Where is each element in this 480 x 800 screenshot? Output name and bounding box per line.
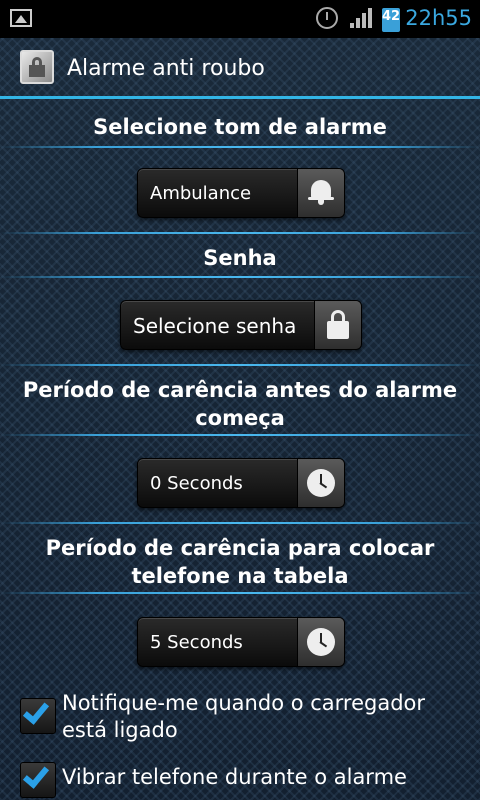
grace-place-icon-cell — [297, 618, 344, 666]
checkmark-icon — [22, 697, 50, 725]
section-divider — [0, 232, 480, 234]
section-divider — [0, 276, 480, 278]
vibrate-checkbox[interactable] — [20, 761, 56, 798]
clock-icon — [307, 628, 335, 656]
grace-before-section-header: Período de carência antes do alarme come… — [22, 378, 458, 430]
section-divider — [0, 364, 480, 366]
section-divider — [0, 434, 480, 436]
signal-strength-icon — [350, 8, 372, 28]
section-divider — [0, 592, 480, 594]
password-value: Selecione senha — [133, 314, 297, 338]
clock-icon — [307, 469, 335, 497]
app-title: Alarme anti roubo — [67, 56, 265, 81]
section-divider — [0, 146, 480, 148]
battery-icon: 42 — [378, 6, 404, 32]
status-bar: 42 22h55 — [0, 0, 480, 38]
checkmark-icon — [22, 761, 50, 789]
vibrate-label: Vibrar telefone durante o alarme — [62, 765, 407, 789]
tone-icon-cell — [297, 169, 344, 217]
section-divider — [0, 522, 480, 524]
grace-place-section-header: Período de carência para colocar telefon… — [45, 536, 435, 588]
grace-before-value: 0 Seconds — [150, 473, 243, 494]
lock-app-icon — [20, 50, 54, 84]
grace-before-icon-cell — [297, 459, 344, 507]
password-section-header: Senha — [203, 246, 277, 270]
grace-before-select-button[interactable]: 0 Seconds — [137, 458, 345, 508]
gallery-notification-icon — [10, 9, 32, 27]
title-divider — [0, 96, 480, 99]
status-time: 22h55 — [405, 6, 472, 30]
notify-charger-checkbox[interactable] — [20, 697, 56, 734]
tone-select-button[interactable]: Ambulance — [137, 168, 345, 218]
action-bar: Alarme anti roubo — [0, 38, 480, 98]
grace-place-value: 5 Seconds — [150, 632, 243, 653]
tone-value: Ambulance — [150, 183, 252, 204]
tone-section-header: Selecione tom de alarme — [93, 115, 387, 139]
grace-place-select-button[interactable]: 5 Seconds — [137, 617, 345, 667]
padlock-icon — [327, 310, 349, 339]
bell-icon — [308, 180, 334, 205]
alarm-clock-icon — [316, 7, 338, 29]
battery-level: 42 — [381, 9, 401, 24]
password-icon-cell — [314, 301, 361, 349]
password-select-button[interactable]: Selecione senha — [120, 300, 362, 350]
notify-charger-label: Notifique-me quando o carregador está li… — [62, 691, 426, 742]
